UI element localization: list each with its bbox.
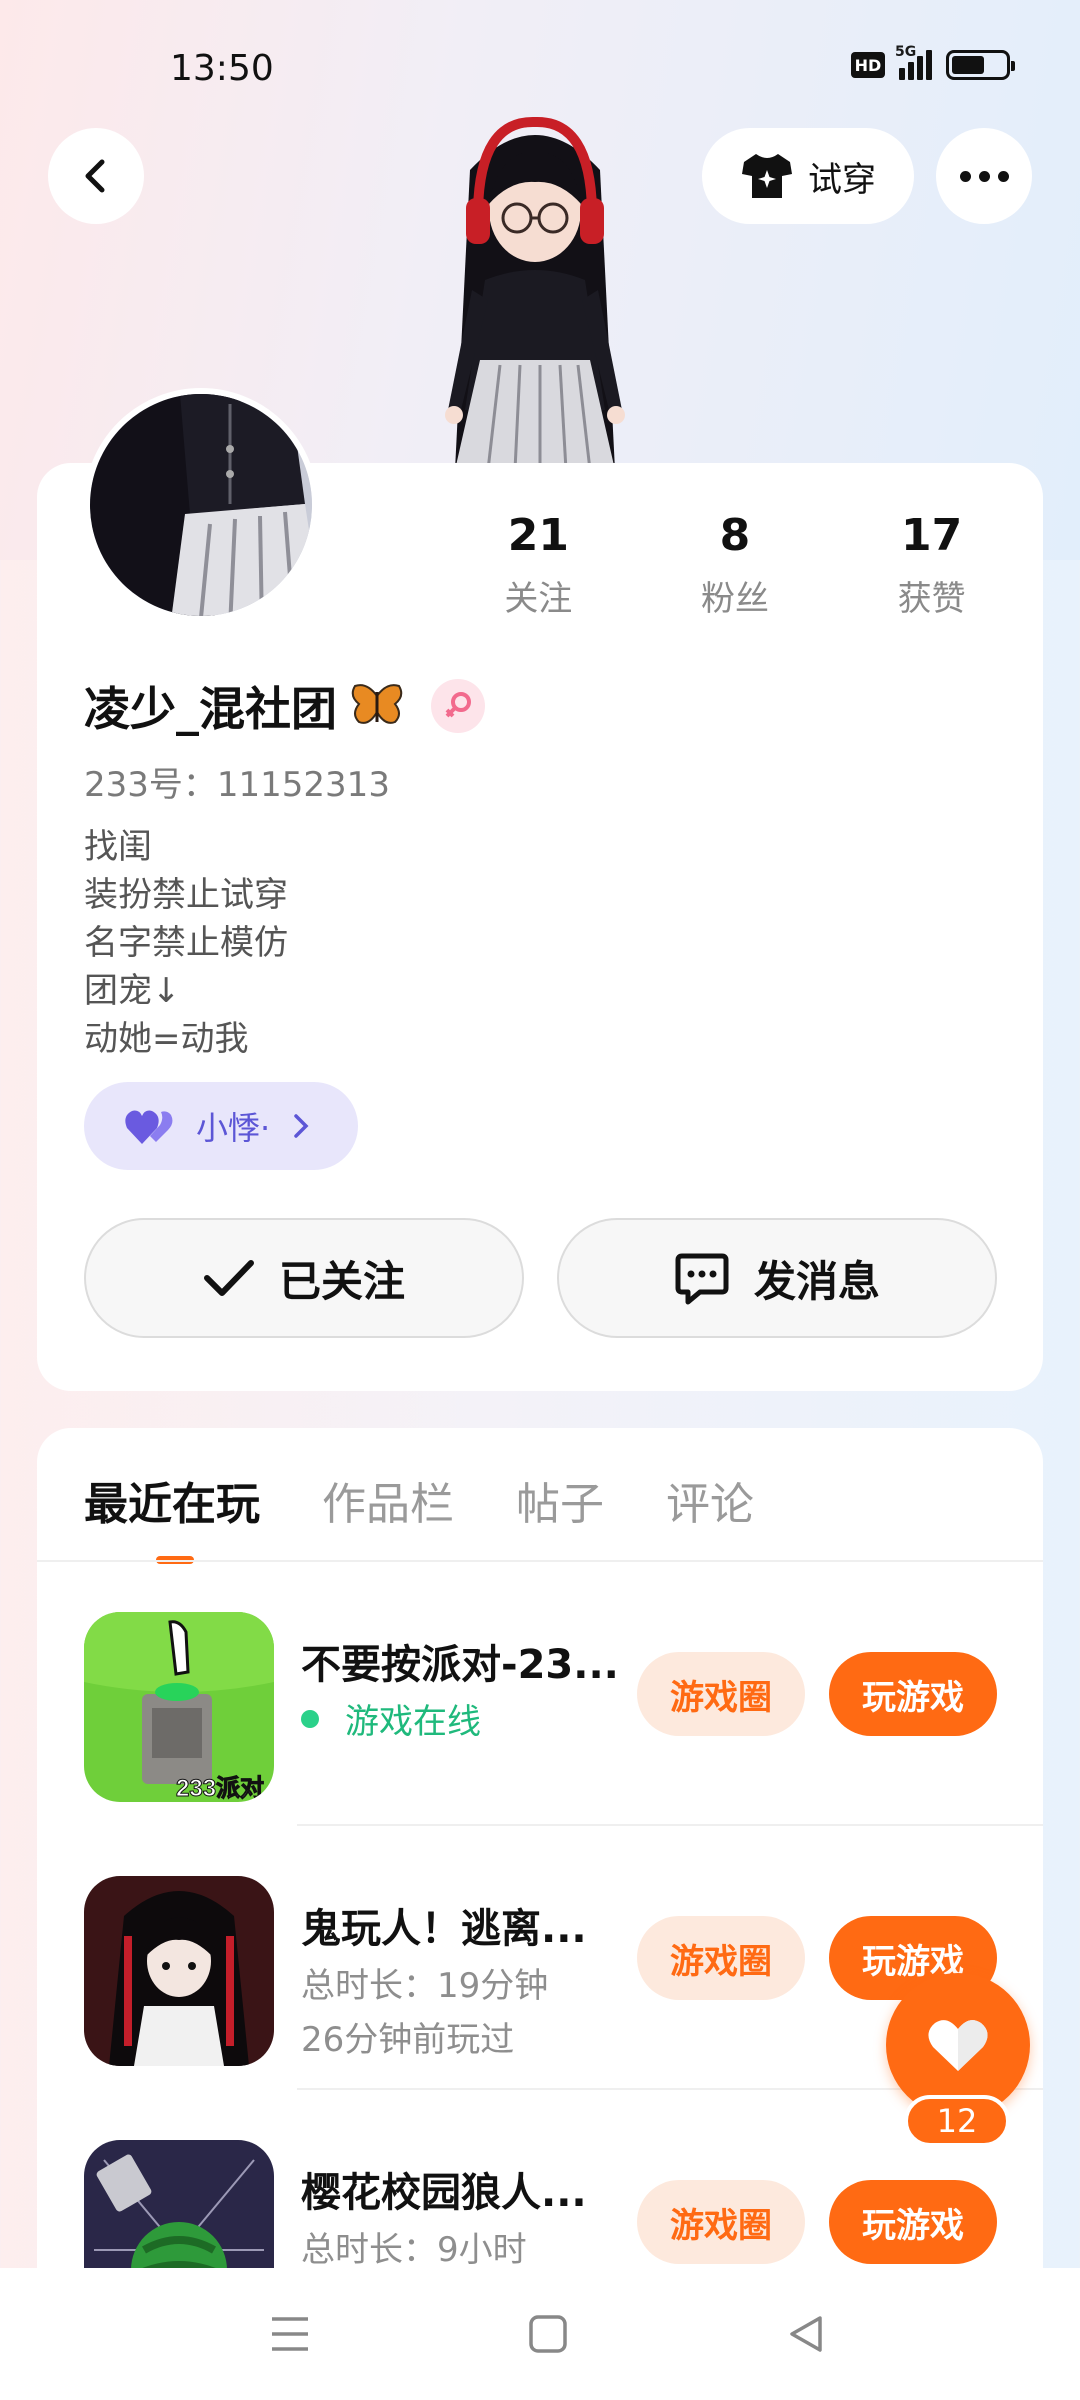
try-on-button[interactable]: 试穿	[702, 128, 914, 224]
hd-icon: HD	[851, 52, 885, 78]
chevron-right-icon	[294, 1114, 309, 1138]
user-id: 233号：11152313	[84, 765, 390, 805]
send-message-button[interactable]: 发消息	[557, 1218, 997, 1338]
username: 凌少_混社团	[84, 682, 337, 736]
game-title: 不要按派对-23...	[301, 1642, 619, 1688]
like-count: 12	[904, 2095, 1010, 2147]
tab-recent-played[interactable]: 最近在玩	[84, 1468, 260, 1532]
online-label: 游戏在线	[345, 1702, 481, 1742]
game-icon	[84, 1876, 274, 2066]
send-message-label: 发消息	[753, 1256, 880, 1306]
game-circle-button[interactable]: 游戏圈	[637, 2180, 805, 2264]
play-game-button[interactable]: 玩游戏	[829, 2180, 997, 2264]
female-gender-icon	[431, 679, 485, 733]
followed-label: 已关注	[278, 1256, 405, 1306]
stat-number: 8	[719, 510, 751, 561]
game-icon-label: 233派对	[176, 1775, 264, 1802]
battery-icon	[946, 50, 1015, 80]
followed-button[interactable]: 已关注	[84, 1218, 524, 1338]
stat-likes[interactable]: 17 获赞	[833, 510, 1030, 620]
stat-label: 获赞	[897, 579, 966, 619]
butterfly-icon	[351, 684, 403, 724]
nav-back-button[interactable]	[780, 2308, 832, 2360]
game-title: 樱花校园狼人...	[301, 2170, 587, 2216]
stat-number: 21	[507, 510, 569, 561]
play-game-button[interactable]: 玩游戏	[829, 1652, 997, 1736]
more-button[interactable]	[936, 128, 1032, 224]
stat-number: 17	[900, 510, 963, 561]
network-type: 5G	[895, 44, 917, 60]
checkmark-icon	[203, 1260, 254, 1296]
avatar-figure	[445, 116, 625, 470]
game-title: 鬼玩人！逃离...	[301, 1906, 587, 1952]
nav-menu-button[interactable]	[264, 2308, 316, 2360]
avatar[interactable]	[84, 388, 318, 622]
status-time: 13:50	[170, 48, 274, 89]
double-heart-icon	[125, 1110, 173, 1144]
status-icons: HD 5G	[851, 44, 1015, 80]
back-triangle-icon	[790, 2316, 822, 2352]
back-button[interactable]	[48, 128, 144, 224]
bio: 找闺 装扮禁止试穿 名字禁止模仿 团宠↓ 动她=动我	[84, 823, 288, 1063]
tshirt-icon	[742, 154, 792, 198]
home-square-icon	[529, 2315, 567, 2353]
game-row[interactable]: 233派对 不要按派对-23... 游戏在线 游戏圈 玩游戏	[37, 1562, 1043, 1826]
bio-line: 动她=动我	[84, 1019, 249, 1059]
online-dot-icon	[301, 1709, 319, 1728]
menu-icon	[272, 2317, 308, 2351]
chat-bubble-icon	[675, 1253, 729, 1305]
stat-label: 粉丝	[700, 579, 769, 619]
profile-tabs: 最近在玩 作品栏 帖子 评论	[84, 1468, 754, 1532]
game-last-played: 26分钟前玩过	[301, 2020, 515, 2060]
try-on-label: 试穿	[808, 159, 876, 200]
profile-stats: 21 关注 8 粉丝 17 获赞	[440, 510, 1030, 620]
relation-label: 小悸·	[196, 1109, 271, 1147]
tab-works[interactable]: 作品栏	[322, 1468, 454, 1532]
back-arrow-icon	[85, 159, 105, 193]
signal-icon: 5G	[895, 44, 932, 80]
game-circle-button[interactable]: 游戏圈	[637, 1652, 805, 1736]
username-row: 凌少_混社团	[84, 673, 485, 739]
game-online-status: 游戏在线	[301, 1694, 481, 1743]
game-circle-button[interactable]: 游戏圈	[637, 1916, 805, 2000]
relation-chip[interactable]: 小悸·	[84, 1082, 358, 1170]
game-play-time: 总时长：9小时	[301, 2230, 527, 2270]
bio-line: 名字禁止模仿	[84, 923, 288, 963]
system-nav-bar	[0, 2268, 1080, 2400]
tab-comments[interactable]: 评论	[666, 1468, 754, 1532]
stat-following[interactable]: 21 关注	[440, 510, 637, 620]
bio-line: 装扮禁止试穿	[84, 875, 288, 915]
bio-line: 团宠↓	[84, 971, 181, 1011]
stat-label: 关注	[504, 579, 573, 619]
works-card: 最近在玩 作品栏 帖子 评论 233派对 不要按派对-23... 游戏在线 游戏…	[37, 1428, 1043, 2400]
stat-fans[interactable]: 8 粉丝	[637, 510, 834, 620]
heart-icon	[928, 2020, 988, 2071]
more-dots-icon	[959, 170, 1009, 182]
nav-home-button[interactable]	[522, 2308, 574, 2360]
game-icon: 233派对	[84, 1612, 274, 1802]
game-play-time: 总时长：19分钟	[301, 1966, 549, 2006]
bio-line: 找闺	[84, 827, 152, 867]
tab-posts[interactable]: 帖子	[516, 1468, 604, 1532]
